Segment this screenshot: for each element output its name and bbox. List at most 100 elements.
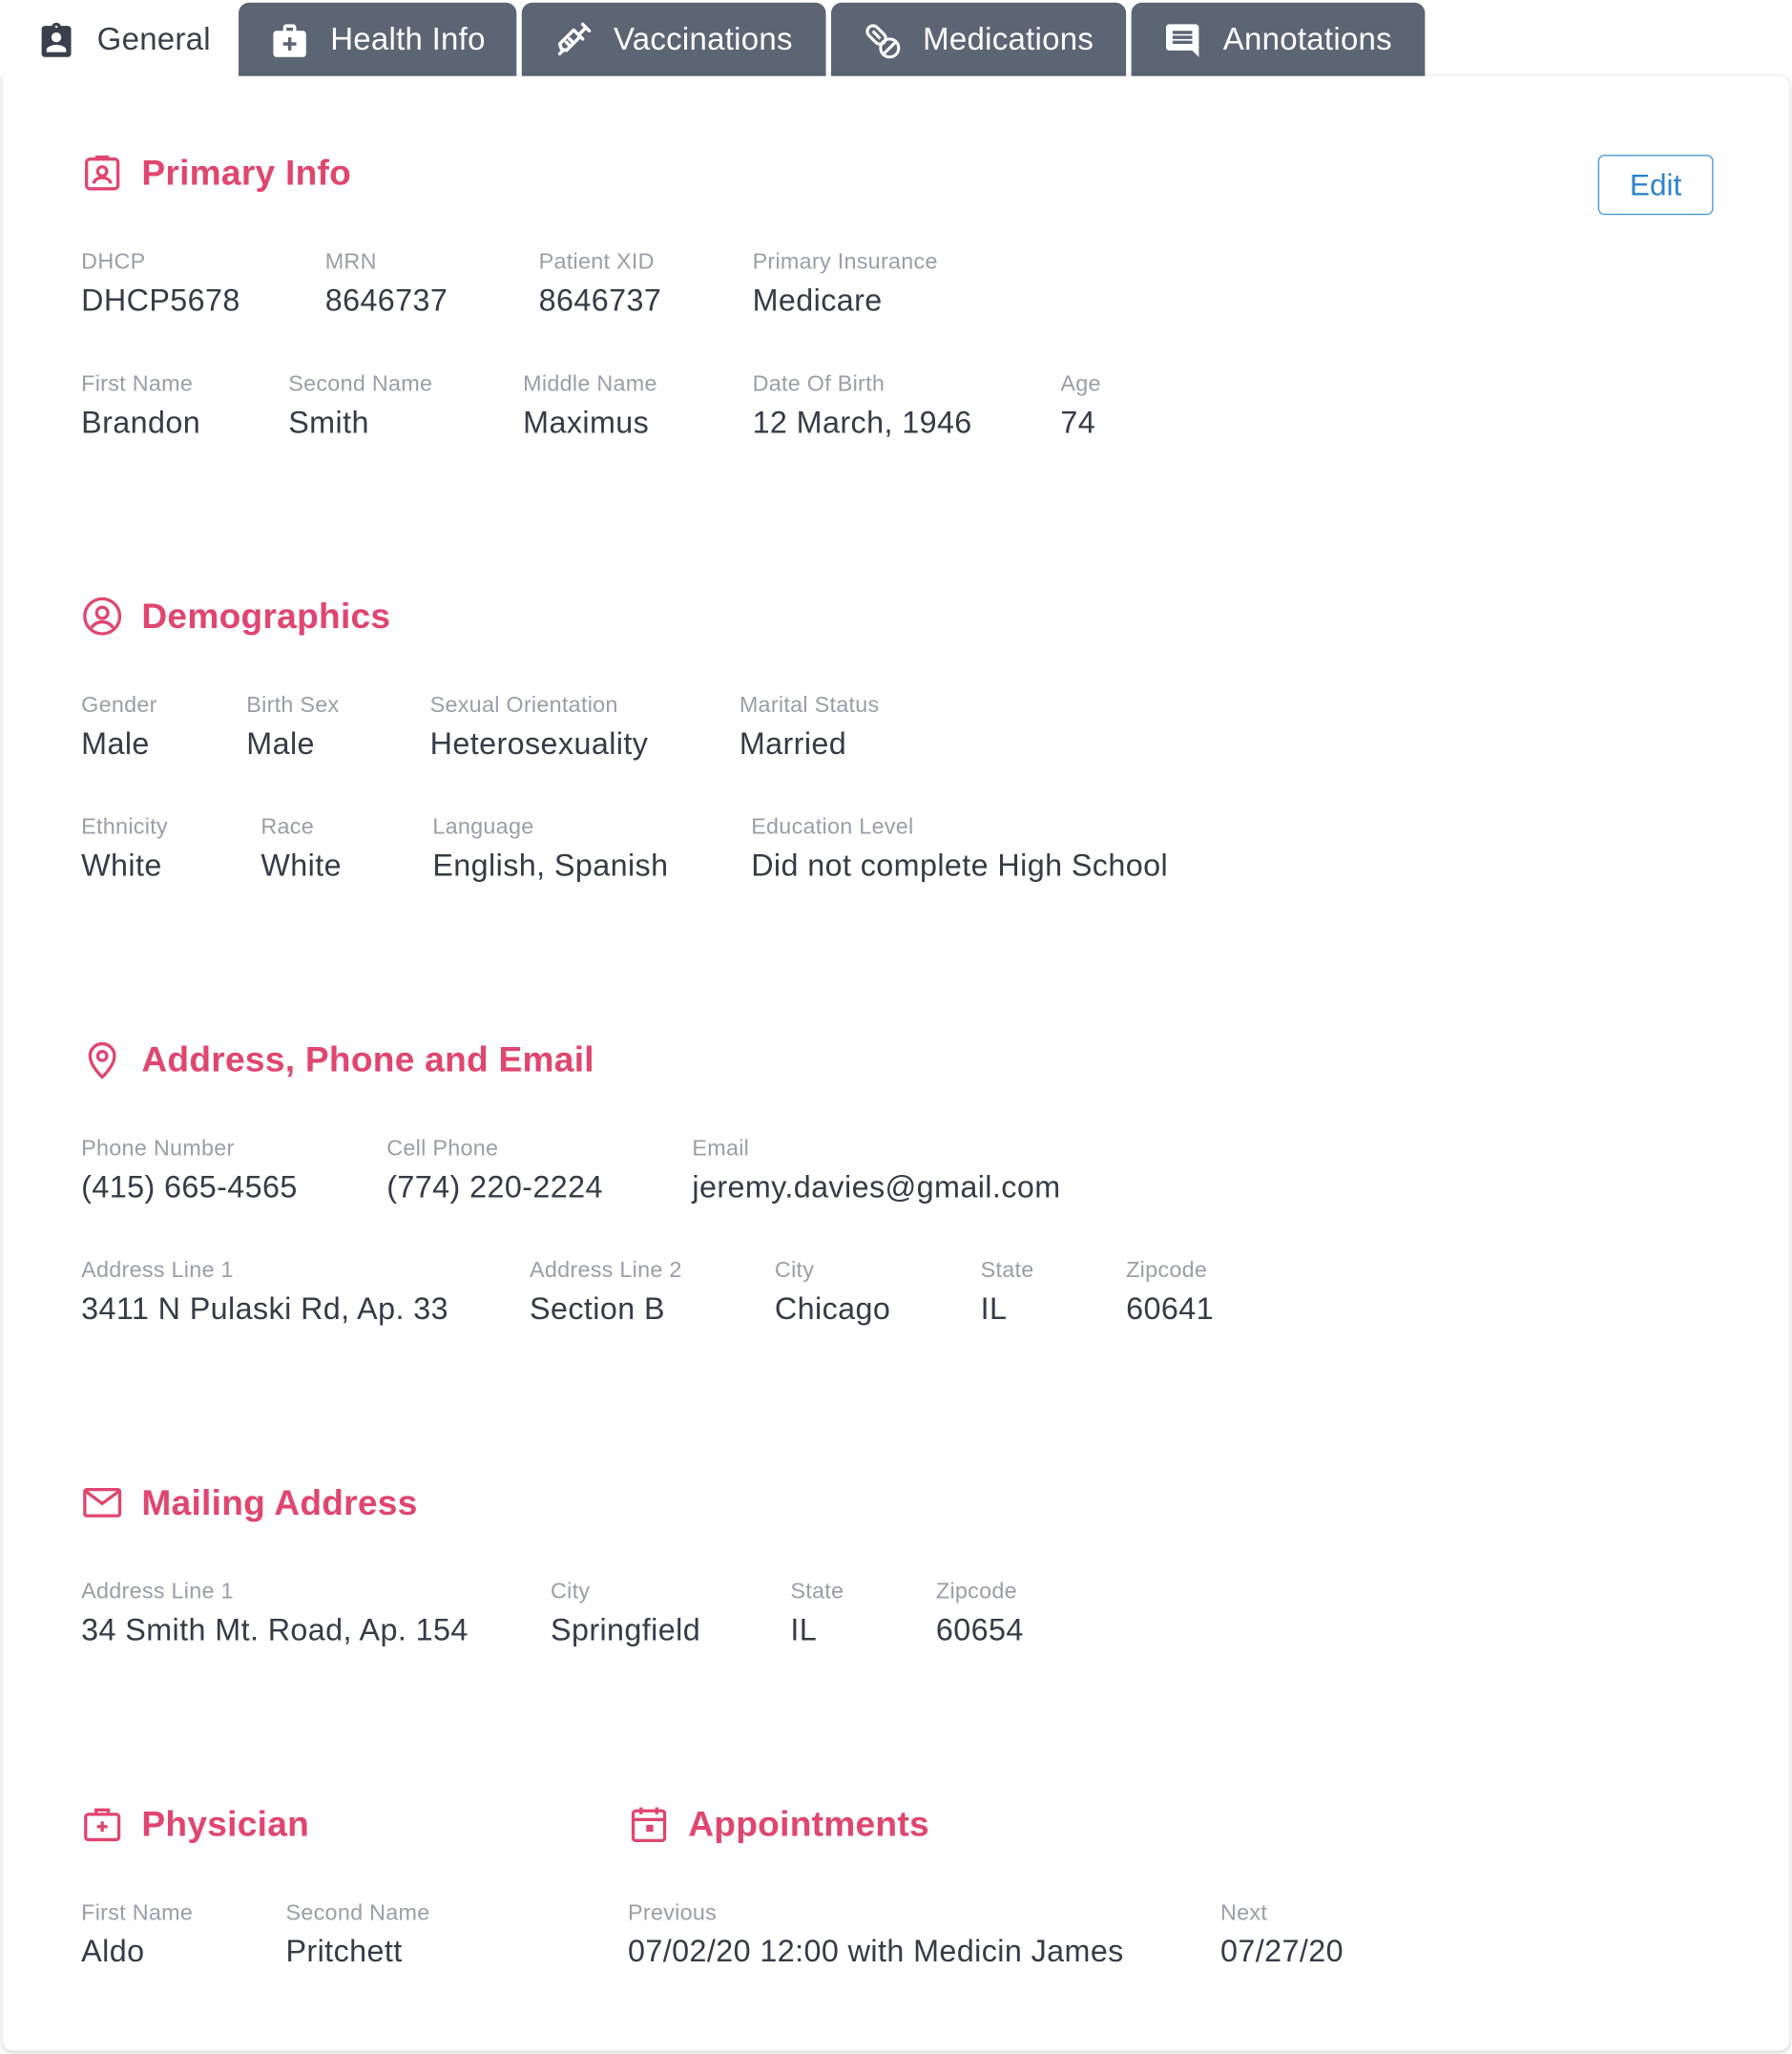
field-middle-name: Middle Name Maximus bbox=[523, 371, 657, 441]
field-label: State bbox=[980, 1257, 1034, 1283]
field-mrn: MRN 8646737 bbox=[325, 249, 448, 319]
field-value: 8646737 bbox=[324, 283, 448, 318]
field-label: Education Level bbox=[751, 814, 914, 840]
field-value: 34 Smith Mt. Road, Ap. 154 bbox=[81, 1612, 469, 1647]
id-badge-icon bbox=[81, 152, 123, 194]
field-phone-number: Phone Number (415) 665-4565 bbox=[81, 1136, 298, 1205]
field-label: Phone Number bbox=[81, 1135, 235, 1161]
field-marital-status: Marital Status Married bbox=[740, 692, 880, 762]
field-value: Pritchett bbox=[285, 1934, 403, 1969]
field-physician-second-name: Second Name Pritchett bbox=[285, 1900, 429, 1970]
user-circle-icon bbox=[81, 596, 123, 638]
field-label: Second Name bbox=[288, 370, 433, 396]
field-value: 3411 N Pulaski Rd, Ap. 33 bbox=[81, 1291, 448, 1326]
badge-icon bbox=[36, 21, 75, 60]
field-value: Heterosexuality bbox=[429, 726, 649, 761]
field-value: White bbox=[81, 848, 162, 883]
tab-vaccinations[interactable]: Vaccinations bbox=[521, 2, 826, 79]
field-value: (774) 220-2224 bbox=[386, 1169, 603, 1205]
field-patient-xid: Patient XID 8646737 bbox=[539, 249, 662, 319]
field-value: 60654 bbox=[935, 1612, 1024, 1647]
tab-general[interactable]: General bbox=[5, 0, 237, 82]
tab-label: Annotations bbox=[1222, 22, 1392, 58]
field-mailing-address-line-1: Address Line 1 34 Smith Mt. Road, Ap. 15… bbox=[81, 1579, 469, 1648]
field-label: Zipcode bbox=[1126, 1257, 1208, 1283]
tab-medications[interactable]: Medications bbox=[830, 2, 1127, 79]
field-label: City bbox=[551, 1579, 591, 1604]
medical-case-icon bbox=[81, 1803, 123, 1845]
field-label: Second Name bbox=[285, 1899, 430, 1925]
field-label: Address Line 1 bbox=[81, 1257, 234, 1283]
section-title: Physician bbox=[141, 1803, 310, 1843]
field-value: IL bbox=[790, 1612, 818, 1647]
tab-annotations[interactable]: Annotations bbox=[1131, 2, 1426, 79]
field-label: Ethnicity bbox=[81, 814, 168, 840]
section-mailing-address: Mailing Address bbox=[81, 1481, 417, 1523]
tab-label: Medications bbox=[923, 22, 1094, 58]
field-gender: Gender Male bbox=[81, 692, 157, 762]
field-label: Age bbox=[1060, 370, 1101, 396]
patient-general-view: General Health Info Vaccinations Medicat… bbox=[0, 0, 1792, 2054]
field-label: Email bbox=[692, 1135, 750, 1161]
section-appointments: Appointments bbox=[628, 1803, 929, 1845]
field-second-name: Second Name Smith bbox=[288, 371, 432, 441]
field-age: Age 74 bbox=[1060, 371, 1100, 441]
tab-health-info[interactable]: Health Info bbox=[239, 2, 517, 79]
edit-button[interactable]: Edit bbox=[1597, 155, 1714, 216]
field-label: Marital Status bbox=[739, 692, 880, 718]
field-value: Section B bbox=[530, 1291, 665, 1326]
field-value: IL bbox=[980, 1291, 1008, 1326]
field-value: jeremy.davies@gmail.com bbox=[692, 1169, 1061, 1205]
field-value: (415) 665-4565 bbox=[81, 1169, 298, 1205]
field-label: Next bbox=[1220, 1899, 1268, 1925]
field-value: Married bbox=[739, 726, 847, 761]
field-value: DHCP5678 bbox=[81, 283, 240, 318]
field-label: Date Of Birth bbox=[752, 370, 886, 396]
field-email: Email jeremy.davies@gmail.com bbox=[692, 1136, 1060, 1205]
tab-bar: General Health Info Vaccinations Medicat… bbox=[0, 0, 1428, 82]
field-value: Chicago bbox=[774, 1291, 891, 1326]
field-label: Sexual Orientation bbox=[429, 692, 618, 718]
field-value: Male bbox=[246, 726, 315, 761]
field-label: DHCP bbox=[81, 249, 146, 275]
field-label: Patient XID bbox=[538, 249, 655, 275]
field-value: White bbox=[260, 848, 342, 883]
comment-icon bbox=[1163, 21, 1202, 60]
section-title: Appointments bbox=[688, 1803, 929, 1843]
field-label: MRN bbox=[324, 249, 377, 275]
field-ethnicity: Ethnicity White bbox=[81, 814, 168, 884]
field-label: Primary Insurance bbox=[752, 249, 938, 275]
field-label: Gender bbox=[81, 692, 157, 718]
field-value: Smith bbox=[288, 405, 369, 440]
field-cell-phone: Cell Phone (774) 220-2224 bbox=[386, 1136, 603, 1205]
syringe-icon bbox=[553, 21, 593, 60]
tab-label: General bbox=[96, 22, 211, 58]
field-label: Birth Sex bbox=[246, 692, 340, 718]
field-label: Address Line 1 bbox=[81, 1579, 234, 1604]
field-mailing-city: City Springfield bbox=[551, 1579, 700, 1648]
field-value: 07/27/20 bbox=[1220, 1934, 1344, 1969]
field-address-line-2: Address Line 2 Section B bbox=[530, 1257, 682, 1327]
section-title: Mailing Address bbox=[141, 1482, 418, 1522]
field-label: Previous bbox=[628, 1899, 718, 1925]
field-previous-appointment: Previous 07/02/20 12:00 with Medicin Jam… bbox=[628, 1900, 1124, 1970]
field-sexual-orientation: Sexual Orientation Heterosexuality bbox=[430, 692, 649, 762]
field-value: English, Spanish bbox=[432, 848, 669, 883]
field-state: State IL bbox=[981, 1257, 1034, 1327]
tab-label: Vaccinations bbox=[613, 22, 793, 58]
section-title: Demographics bbox=[141, 596, 391, 636]
field-physician-first-name: First Name Aldo bbox=[81, 1900, 193, 1970]
location-pin-icon bbox=[81, 1038, 123, 1080]
field-label: City bbox=[774, 1257, 815, 1283]
field-value: Maximus bbox=[523, 405, 650, 440]
tab-label: Health Info bbox=[330, 22, 486, 58]
medical-kit-icon bbox=[270, 21, 309, 60]
section-demographics: Demographics bbox=[81, 596, 390, 638]
field-language: Language English, Spanish bbox=[432, 814, 668, 884]
field-value: Aldo bbox=[81, 1934, 145, 1969]
field-dhcp: DHCP DHCP5678 bbox=[81, 249, 240, 319]
field-label: Race bbox=[260, 814, 315, 840]
field-value: Brandon bbox=[81, 405, 201, 440]
field-label: State bbox=[790, 1579, 844, 1604]
field-label: First Name bbox=[81, 370, 194, 396]
